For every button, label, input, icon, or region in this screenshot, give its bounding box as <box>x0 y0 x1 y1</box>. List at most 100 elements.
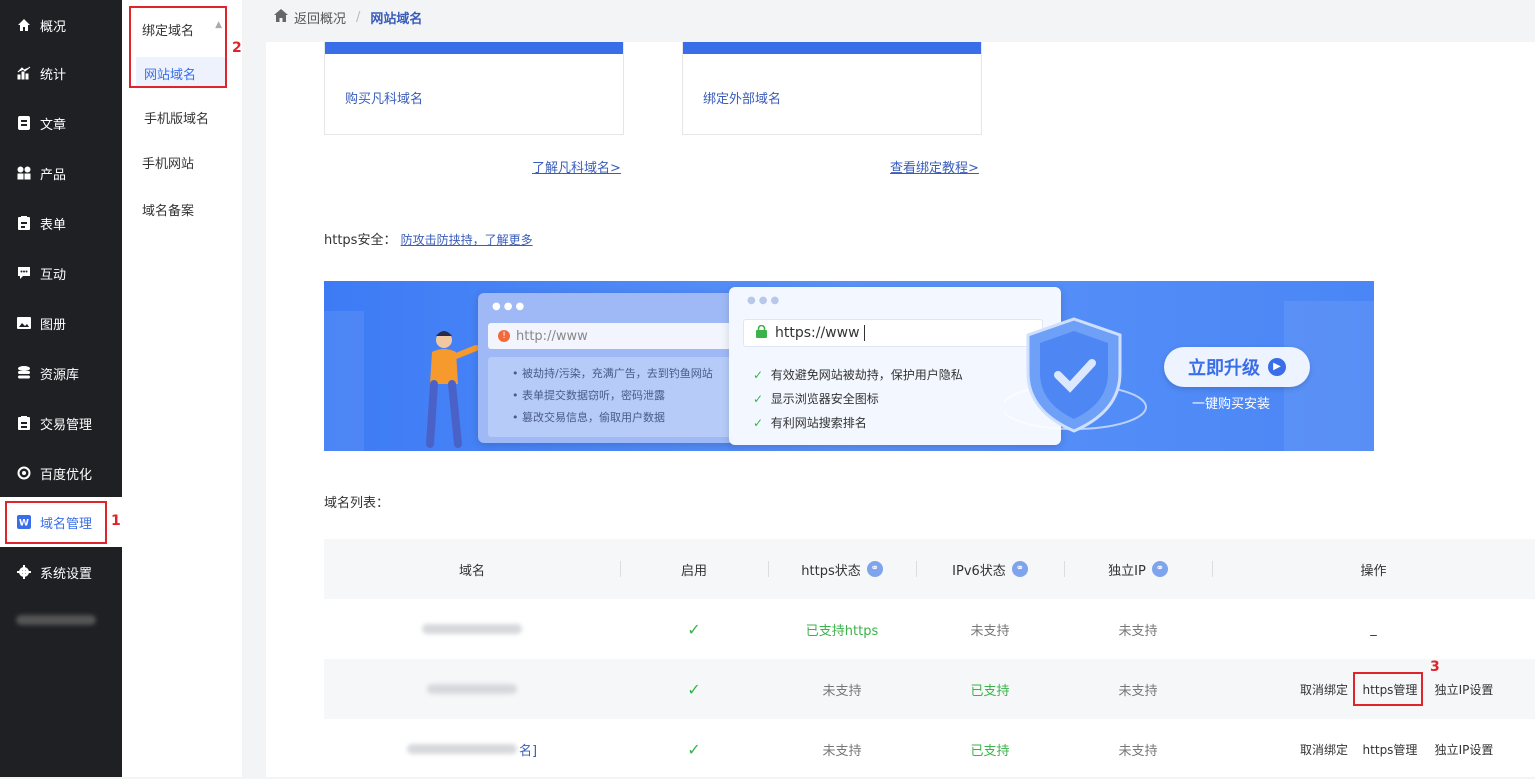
col-header-domain: 域名 <box>458 563 485 579</box>
risk-item: • 表单提交数据窃听，密码泄露 <box>512 389 665 402</box>
col-header-https-label: https状态 <box>801 563 861 579</box>
trade-icon <box>16 415 32 431</box>
card-bind-external[interactable]: 绑定外部域名 <box>682 42 982 135</box>
one-click-install-text: 一键购买安装 <box>1192 397 1271 412</box>
annotation-label-3: 3 <box>1430 659 1440 675</box>
insecure-risk-list: • 被劫持/污染，充满广告，去到钓鱼网站 • 表单提交数据窃听，密码泄露 • 篡… <box>488 357 736 437</box>
sidebar-item-settings[interactable]: 系统设置 <box>0 547 122 597</box>
domain-table-header: 域名 启用 https状态 ⚭ IPv6状态 ⚭ 独立IP ⚭ 操作 <box>324 539 1535 599</box>
sidebar-item-articles[interactable]: 文章 <box>0 98 122 148</box>
sidebar-item-overview[interactable]: 概况 <box>0 0 122 50</box>
https-status: 已支持https <box>805 623 879 639</box>
check-circle-icon: ✓ <box>753 392 764 406</box>
subnav-item-mobile-site[interactable]: 手机网站 <box>142 153 194 172</box>
subnav-item-mobile-domain[interactable]: 手机版域名 <box>144 108 209 127</box>
highlight-box-3 <box>1353 672 1423 706</box>
https-status: 未支持 <box>822 743 862 759</box>
ip-status: 未支持 <box>1118 743 1158 759</box>
sidebar-item-label: 表单 <box>40 217 67 233</box>
insecure-url-bar: ! http://www <box>488 323 736 349</box>
check-circle-icon: ✓ <box>753 416 764 430</box>
secure-benefit-list: ✓ 有效避免网站被劫持，保护用户隐私 ✓ 显示浏览器安全图标 ✓ 有利网站搜索排… <box>753 363 963 435</box>
learn-domain-link[interactable]: 了解凡科域名> <box>532 157 621 176</box>
domain-subnav: 绑定域名 ▲ 网站域名 手机版域名 手机网站 域名备案 <box>122 0 242 777</box>
domain-tail-text: 名] <box>518 743 538 759</box>
sidebar-item-baidu-seo[interactable]: 百度优化 <box>0 448 122 498</box>
grid-icon <box>16 165 32 181</box>
insecure-browser-window: ●●● ! http://www • 被劫持/污染，充满广告，去到钓鱼网站 • … <box>478 293 736 443</box>
sidebar-item-label: 系统设置 <box>40 566 93 582</box>
link-help-icon[interactable]: ⚭ <box>1011 561 1028 577</box>
table-row: 名] ✓ 未支持 已支持 未支持 取消绑定 https管理 独立IP设置 <box>324 719 1535 779</box>
dedicated-ip-settings-button[interactable]: 独立IP设置 <box>1428 719 1500 779</box>
sidebar-item-label: 文章 <box>40 117 67 133</box>
benefit-item: ✓ 有效避免网站被劫持，保护用户隐私 <box>753 368 963 382</box>
subnav-item-icp[interactable]: 域名备案 <box>142 200 194 219</box>
risk-item: • 被劫持/污染，充满广告，去到钓鱼网站 <box>512 367 713 380</box>
upgrade-now-button[interactable]: 立即升级 ▶ <box>1164 347 1310 387</box>
database-icon <box>16 365 32 381</box>
enabled-check-icon: ✓ <box>687 739 701 759</box>
sidebar-item-label: 资源库 <box>40 367 80 383</box>
ipv6-status: 已支持 <box>970 683 1010 699</box>
https-status: 未支持 <box>822 683 862 699</box>
check-circle-icon: ✓ <box>753 368 764 382</box>
main-area: 返回概况 / 网站域名 购买凡科域名 绑定外部域名 了解凡科域名> 查看绑定教程… <box>242 0 1535 777</box>
https-learn-more-link[interactable]: 防攻击防挟持，了解更多 <box>401 233 533 247</box>
bind-tutorial-link[interactable]: 查看绑定教程> <box>890 157 979 176</box>
breadcrumb-separator: / <box>356 9 361 25</box>
risk-item: • 篡改交易信息，偷取用户数据 <box>512 411 665 424</box>
domain-cell-blurred <box>324 659 620 719</box>
text-cursor <box>863 325 865 341</box>
sidebar-item-forms[interactable]: 表单 <box>0 198 122 248</box>
secure-url-bar: https://www <box>743 319 1043 347</box>
benefit-item: ✓ 显示浏览器安全图标 <box>753 392 879 406</box>
window-dots: ●●● <box>747 295 783 306</box>
highlight-box-2 <box>129 6 227 88</box>
sidebar-item-interaction[interactable]: 互动 <box>0 248 122 298</box>
ipv6-status: 未支持 <box>970 623 1010 639</box>
sidebar-item-stats[interactable]: 统计 <box>0 48 122 98</box>
sidebar: 概况 统计 文章 产品 表单 互动 图册 资源库 交易管理 百度优化 W 域名管… <box>0 0 122 777</box>
annotation-label-1: 1 <box>111 513 121 529</box>
card-title: 绑定外部域名 <box>703 92 782 107</box>
banner-deco <box>324 311 364 451</box>
insecure-url-text: http://www <box>516 328 588 344</box>
col-header-enabled: 启用 <box>680 563 707 579</box>
card-buy-domain[interactable]: 购买凡科域名 <box>324 42 624 135</box>
shield-icon <box>1004 317 1147 433</box>
domain-cell-blurred <box>324 599 620 659</box>
sidebar-item-products[interactable]: 产品 <box>0 148 122 198</box>
secure-url-text: https://www <box>775 325 860 341</box>
table-row: ✓ 已支持https 未支持 未支持 _ <box>324 599 1535 659</box>
https-security-row: https安全： 防攻击防挟持，了解更多 <box>324 229 533 248</box>
https-upgrade-banner[interactable]: ●●● ! http://www • 被劫持/污染，充满广告，去到钓鱼网站 • … <box>324 281 1374 451</box>
unbind-button[interactable]: 取消绑定 <box>1296 659 1352 719</box>
col-header-ip-label: 独立IP <box>1108 563 1146 579</box>
link-help-icon[interactable]: ⚭ <box>1151 561 1168 577</box>
enabled-check-icon: ✓ <box>687 679 701 699</box>
article-icon <box>16 115 32 131</box>
link-help-icon[interactable]: ⚭ <box>866 561 883 577</box>
album-icon <box>16 315 32 331</box>
seo-icon <box>16 465 32 481</box>
ip-status: 未支持 <box>1118 623 1158 639</box>
sidebar-item-label: 交易管理 <box>40 417 93 433</box>
home-icon <box>16 17 32 33</box>
sidebar-item-trade[interactable]: 交易管理 <box>0 398 122 448</box>
sidebar-item-resources[interactable]: 资源库 <box>0 348 122 398</box>
person-illustration-icon <box>426 331 479 448</box>
breadcrumb-back-link[interactable]: 返回概况 <box>294 8 346 27</box>
actions-cell: _ <box>1370 621 1377 637</box>
sidebar-item-label: 百度优化 <box>40 467 93 483</box>
sidebar-item-album[interactable]: 图册 <box>0 298 122 348</box>
card-accent-bar <box>683 42 981 54</box>
arrow-right-icon: ▶ <box>1268 358 1286 376</box>
warning-icon: ! <box>498 330 510 342</box>
highlight-box-1 <box>5 501 107 544</box>
card-accent-bar <box>325 42 623 54</box>
unbind-button[interactable]: 取消绑定 <box>1296 719 1352 779</box>
col-header-ip: 独立IP ⚭ <box>1064 539 1212 599</box>
card-title: 购买凡科域名 <box>345 92 424 107</box>
https-manage-button[interactable]: https管理 <box>1360 719 1420 779</box>
